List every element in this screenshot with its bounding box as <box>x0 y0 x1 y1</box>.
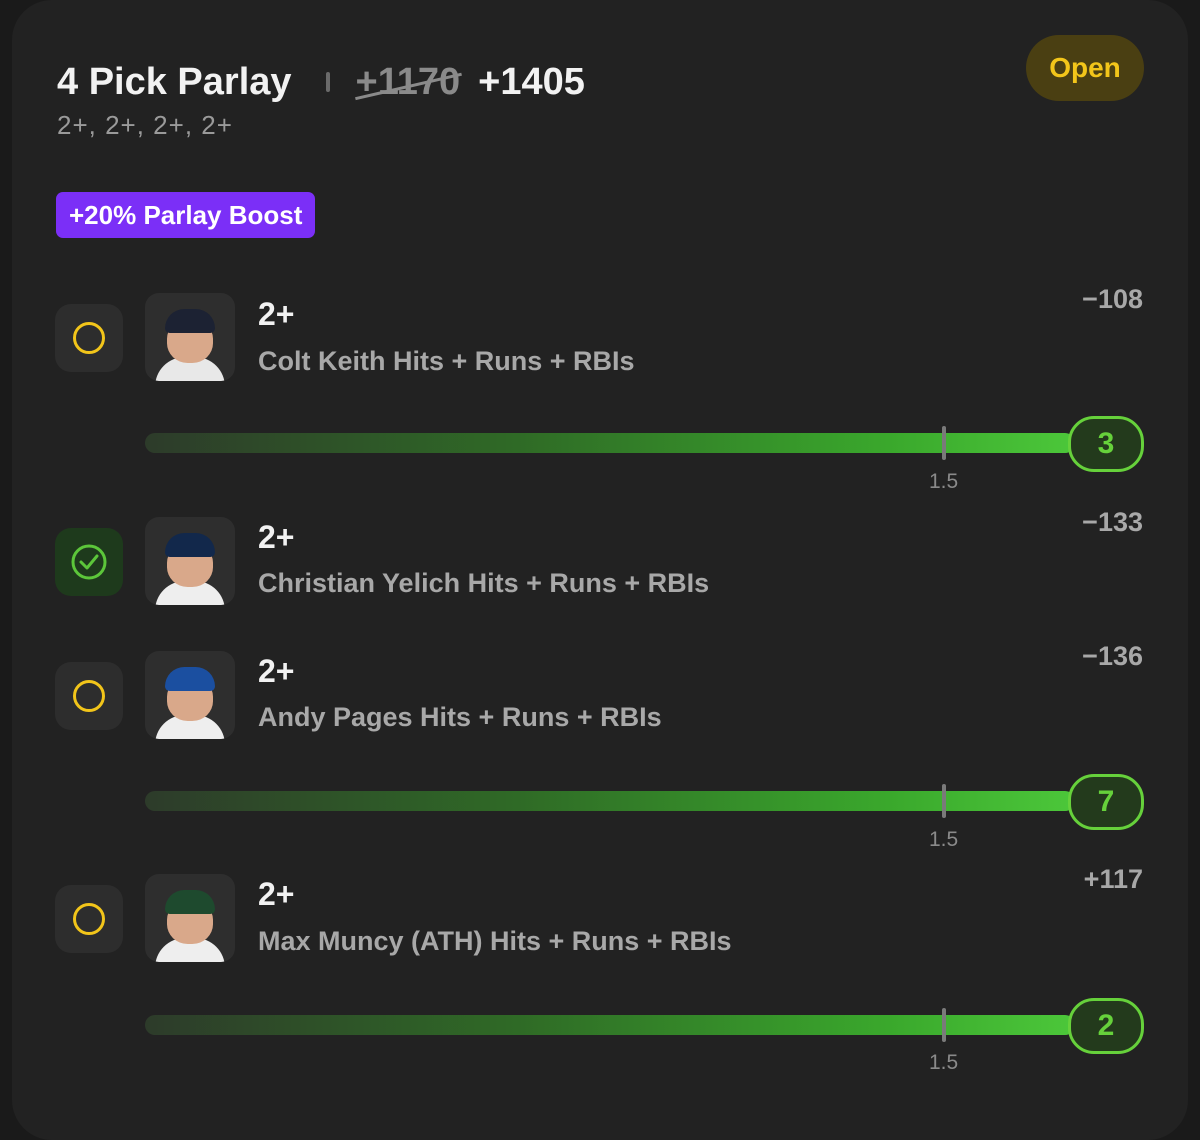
check-circle-icon <box>55 528 123 596</box>
pending-circle-icon <box>55 662 123 730</box>
pending-circle-icon <box>55 885 123 953</box>
player-avatar <box>145 293 235 381</box>
pick-line: 2+ <box>258 296 295 332</box>
lines-summary: 2+, 2+, 2+, 2+ <box>57 110 233 140</box>
pick-market: Max Muncy (ATH) Hits + Runs + RBIs <box>258 926 732 956</box>
pick-market: Colt Keith Hits + Runs + RBIs <box>258 346 635 376</box>
player-avatar <box>145 651 235 739</box>
threshold-label: 1.5 <box>929 1051 959 1074</box>
boosted-odds: +1405 <box>478 60 585 103</box>
parlay-title: 4 Pick Parlay <box>57 60 292 103</box>
result-value: 2 <box>1068 998 1144 1054</box>
progress-bar <box>145 433 1075 453</box>
threshold-marker <box>942 426 946 460</box>
result-value: 7 <box>1068 774 1144 830</box>
progress-bar <box>145 791 1075 811</box>
threshold-marker <box>942 784 946 818</box>
player-avatar <box>145 874 235 962</box>
threshold-marker <box>942 1008 946 1042</box>
player-avatar <box>145 517 235 605</box>
pick-line: 2+ <box>258 519 295 555</box>
pending-circle-icon <box>55 304 123 372</box>
pick-odds: −136 <box>1082 641 1143 671</box>
pick-odds: +117 <box>1083 864 1143 894</box>
original-odds: +1170 <box>355 60 461 103</box>
parlay-boost-badge: +20% Parlay Boost <box>56 192 316 238</box>
progress-bar <box>145 1015 1075 1035</box>
threshold-label: 1.5 <box>929 828 959 851</box>
pick-line: 2+ <box>258 653 295 689</box>
threshold-label: 1.5 <box>929 470 959 493</box>
parlay-header: 4 Pick Parlay +1170 +1405 <box>57 58 585 106</box>
pick-market: Christian Yelich Hits + Runs + RBIs <box>258 568 710 598</box>
pick-market: Andy Pages Hits + Runs + RBIs <box>258 702 662 732</box>
result-value: 3 <box>1068 416 1144 472</box>
pick-odds: −133 <box>1082 507 1143 537</box>
pick-line: 2+ <box>258 876 295 912</box>
pick-odds: −108 <box>1082 284 1143 314</box>
header-divider <box>325 72 330 92</box>
status-badge: Open <box>1026 35 1144 101</box>
